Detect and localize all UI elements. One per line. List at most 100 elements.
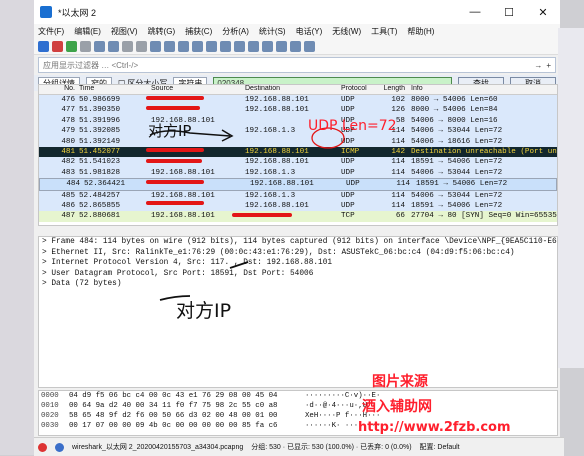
hex-off: 0020	[41, 412, 59, 420]
menu-tools[interactable]: 工具(T)	[371, 26, 397, 37]
packet-cell-time: 50.986699	[79, 96, 121, 104]
menu-edit[interactable]: 编辑(E)	[74, 26, 101, 37]
packet-details-pane[interactable]: > Frame 484: 114 bytes on wire (912 bits…	[38, 236, 558, 388]
detail-ip[interactable]: > Internet Protocol Version 4, Src: 117.…	[39, 258, 557, 269]
reload-icon[interactable]	[136, 40, 147, 52]
packet-cell-info: 18591 → 54006 Len=72	[411, 158, 503, 167]
menu-file[interactable]: 文件(F)	[38, 26, 64, 37]
autoscroll-icon[interactable]	[234, 40, 245, 52]
resize-columns-icon[interactable]	[304, 40, 315, 52]
hex-bytes: 04 d9 f5 06 bc c4 00 0c 43 e1 76 29 08 0…	[69, 392, 278, 400]
expert-info-icon[interactable]	[38, 442, 47, 452]
packet-cell-proto: UDP	[341, 158, 355, 167]
detail-ethernet[interactable]: > Ethernet II, Src: RalinkTe_e1:76:29 (0…	[39, 248, 557, 259]
packet-row[interactable]: 478 51.391996 192.168.88.101 UDP 58 54006 → 8…	[39, 115, 557, 127]
packet-cell-time: 52.484257	[79, 191, 121, 200]
watermark-line-2: 酒入辅助网	[362, 399, 432, 415]
find-packet-icon[interactable]	[150, 40, 161, 52]
packet-cell-no: 483	[61, 168, 75, 177]
packet-cell-info: 54006 → 53044 Len=72	[411, 127, 503, 136]
maximize-button[interactable]: ☐	[492, 6, 526, 19]
display-filter-bar[interactable]: 应用显示过滤器 … <Ctrl-/> → +	[38, 57, 556, 73]
start-capture-icon[interactable]	[38, 40, 49, 52]
detail-frame[interactable]: > Frame 484: 114 bytes on wire (912 bits…	[39, 237, 557, 248]
packet-cell-time: 51.392149	[79, 137, 121, 146]
menu-capture[interactable]: 捕获(C)	[185, 26, 212, 37]
colorize-icon[interactable]	[248, 40, 259, 52]
menu-view[interactable]: 视图(V)	[111, 26, 138, 37]
restart-capture-icon[interactable]	[66, 40, 77, 52]
packet-cell-proto: UDP	[341, 168, 355, 177]
menu-analyze[interactable]: 分析(A)	[222, 26, 249, 37]
hex-bytes: 58 65 48 9f d2 f6 00 50 66 d3 02 00 48 0…	[69, 412, 278, 420]
status-profile[interactable]: 配置: Default	[420, 442, 460, 452]
normal-size-icon[interactable]	[290, 40, 301, 52]
packet-cell-proto: UDP	[341, 137, 355, 146]
packet-list-header: No. Time Source Destination Protocol Len…	[39, 85, 557, 95]
go-to-packet-icon[interactable]	[192, 40, 203, 52]
packet-row[interactable]: 482 51.541023 192.168.88.101 UDP 114 18591 → …	[39, 157, 557, 168]
zoom-out-icon[interactable]	[276, 40, 287, 52]
packet-cell-no: 486	[61, 201, 75, 210]
packet-cell-info: 54006 → 53044 Len=72	[411, 191, 503, 200]
zoom-in-icon[interactable]	[262, 40, 273, 52]
packet-cell-len: 114	[391, 168, 405, 177]
last-packet-icon[interactable]	[220, 40, 231, 52]
packet-row[interactable]: 487 52.880681 192.168.88.101 TCP 66 27704 → 8…	[39, 211, 557, 222]
capture-comment-icon[interactable]	[55, 442, 64, 452]
menu-statistics[interactable]: 统计(S)	[259, 26, 286, 37]
packet-cell-time: 51.391996	[79, 116, 121, 125]
packet-cell-time: 51.392085	[79, 127, 121, 136]
packet-cell-len: 126	[391, 106, 405, 115]
menu-go[interactable]: 跳转(G)	[148, 26, 176, 37]
packet-row[interactable]: 484 52.364421 192.168.88.101 UDP 114 18591 → …	[39, 178, 557, 191]
stop-capture-icon[interactable]	[52, 40, 63, 52]
detail-data[interactable]: > Data (72 bytes)	[39, 279, 557, 290]
packet-cell-time: 52.364421	[84, 180, 126, 189]
hex-bytes: 00 17 07 00 00 09 4b 0c 00 00 00 00 00 8…	[69, 422, 278, 430]
menu-telephony[interactable]: 电话(Y)	[296, 26, 323, 37]
hex-row[interactable]: 0010 00 64 9a d2 40 00 34 11 f0 f7 75 98 …	[39, 401, 557, 411]
window-title: *以太网 2	[58, 7, 97, 18]
packet-cell-no: 480	[61, 137, 75, 146]
open-file-icon[interactable]	[94, 40, 105, 52]
packet-cell-len: 114	[391, 191, 405, 200]
menu-wireless[interactable]: 无线(W)	[332, 26, 361, 37]
packet-list[interactable]: No. Time Source Destination Protocol Len…	[38, 84, 558, 226]
add-filter-button[interactable]: +	[546, 61, 551, 70]
minimize-button[interactable]: —	[458, 6, 492, 19]
close-file-icon[interactable]	[122, 40, 133, 52]
close-button[interactable]: ✕	[526, 6, 560, 19]
packet-row[interactable]: 485 52.484257 192.168.88.101 192.168.1.3 UDP…	[39, 190, 557, 201]
packet-cell-no: 478	[61, 116, 75, 125]
packet-row[interactable]: 479 51.392085 192.168.1.3 UDP 114 54006 → 530…	[39, 126, 557, 137]
col-header-no[interactable]: No.	[39, 85, 75, 94]
apply-filter-arrow-icon[interactable]: →	[534, 61, 542, 70]
packet-cell-len: 142	[391, 147, 405, 156]
menu-help[interactable]: 帮助(H)	[407, 26, 434, 37]
col-header-protocol[interactable]: Protocol	[337, 85, 377, 94]
col-header-info[interactable]: Info	[407, 85, 557, 94]
first-packet-icon[interactable]	[206, 40, 217, 52]
status-bar: wireshark_以太网 2_20200420155703_a34304.pc…	[34, 437, 564, 456]
hex-row[interactable]: 0000 04 d9 f5 06 bc c4 00 0c 43 e1 76 29 …	[39, 391, 557, 401]
packet-cell-time: 51.981828	[79, 168, 121, 177]
packet-cell-len: 114	[391, 201, 405, 210]
packet-row[interactable]: 477 51.390350 192.168.88.101 UDP 126 8000 → 5…	[39, 105, 557, 116]
go-back-icon[interactable]	[164, 40, 175, 52]
col-header-time[interactable]: Time	[75, 85, 147, 94]
packet-row[interactable]: 486 52.865855 192.168.88.101 UDP 114 18591 → …	[39, 200, 557, 212]
packet-row[interactable]: 481 51.452077 192.168.88.101 ICMP 142 Destina…	[39, 146, 557, 158]
col-header-source[interactable]: Source	[147, 85, 241, 94]
packet-row[interactable]: 476 50.986699 192.168.88.101 UDP 102 8000 → 5…	[39, 95, 557, 106]
hex-off: 0000	[41, 392, 59, 400]
packet-row[interactable]: 480 51.392149 UDP 114 54006 → 18616 Len=72	[39, 136, 557, 147]
save-file-icon[interactable]	[108, 40, 119, 52]
col-header-length[interactable]: Length	[377, 85, 407, 94]
detail-udp[interactable]: > User Datagram Protocol, Src Port: 1859…	[39, 269, 557, 280]
packet-row[interactable]: 483 51.981828 192.168.88.101 192.168.1.3 UDP…	[39, 167, 557, 179]
watermark-line-3: http://www.2fzb.com	[358, 420, 511, 435]
go-forward-icon[interactable]	[178, 40, 189, 52]
col-header-destination[interactable]: Destination	[241, 85, 337, 94]
capture-options-icon[interactable]	[80, 40, 91, 52]
